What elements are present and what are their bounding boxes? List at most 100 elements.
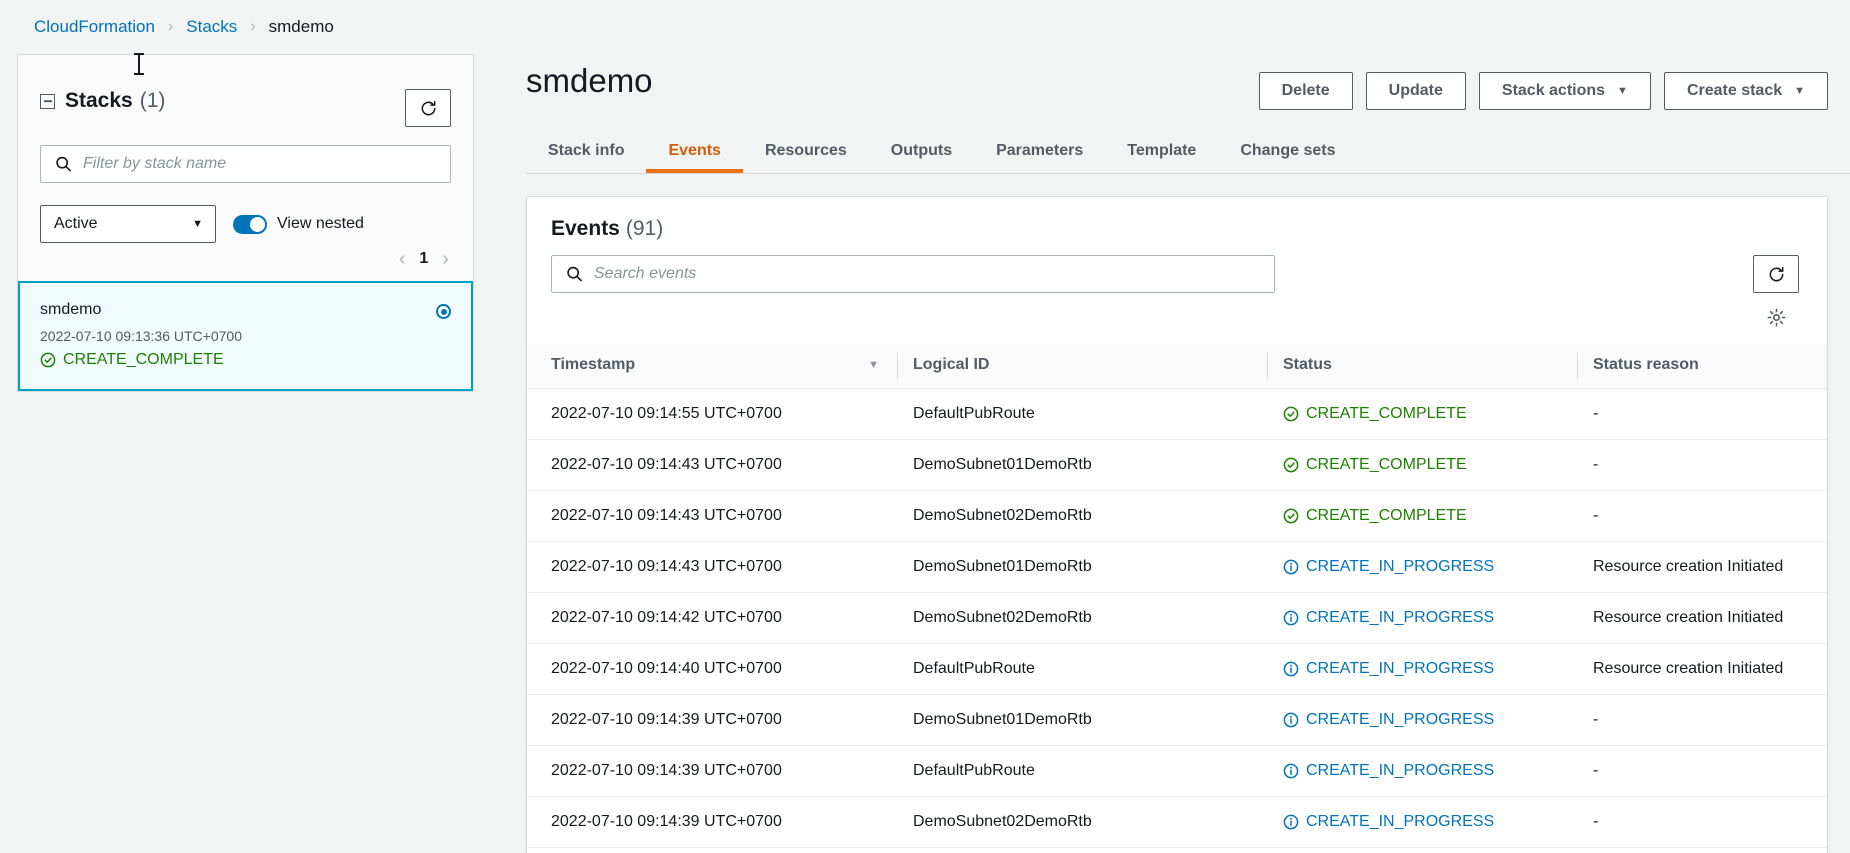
pagination-next-icon[interactable]: › [442, 249, 449, 269]
breadcrumb: CloudFormation › Stacks › smdemo [0, 0, 1850, 54]
pagination-page-1[interactable]: 1 [419, 250, 428, 268]
sidebar-body: Active ▼ View nested ‹ 1 › smdemo 2022-0… [18, 127, 473, 391]
tab-parameters[interactable]: Parameters [974, 132, 1105, 173]
cell-status-reason: - [1577, 439, 1827, 491]
update-button-label: Update [1388, 82, 1443, 99]
tab-outputs[interactable]: Outputs [869, 132, 974, 173]
page-title: smdemo [526, 62, 653, 99]
table-row[interactable]: 2022-07-10 09:14:39 UTC+0700 DemoSubnet02… [527, 796, 1827, 848]
breadcrumb-item-cloudformation[interactable]: CloudFormation [34, 17, 155, 37]
tab-template[interactable]: Template [1105, 132, 1218, 173]
table-row[interactable]: 2022-07-10 09:14:43 UTC+0700 DemoSubnet02… [527, 490, 1827, 542]
table-row[interactable]: 2022-07-10 09:14:42 UTC+0700 DemoSubnet02… [527, 592, 1827, 644]
chevron-down-icon: ▼ [1794, 85, 1805, 97]
refresh-stacks-button[interactable] [405, 89, 451, 127]
cell-status-label: CREATE_IN_PROGRESS [1306, 609, 1495, 626]
breadcrumb-separator-icon: › [167, 18, 174, 35]
gear-icon[interactable] [1766, 307, 1787, 328]
cell-status: CREATE_IN_PROGRESS [1267, 643, 1577, 695]
breadcrumb-item-stacks[interactable]: Stacks [186, 17, 237, 37]
info-circle-icon [1283, 559, 1299, 575]
cell-status-reason: Resource creation Initiated [1577, 541, 1827, 593]
table-row[interactable]: 2022-07-10 09:14:37 UTC+0700DemoRouteTab… [527, 847, 1827, 853]
page-body: Stacks (1) Active [0, 53, 1850, 853]
tab-events[interactable]: Events [646, 132, 742, 173]
events-panel-tools [527, 241, 1827, 344]
cell-timestamp: 2022-07-10 09:14:55 UTC+0700 [527, 388, 897, 440]
cell-status: CREATE_IN_PROGRESS [1267, 541, 1577, 593]
cell-logical-id: DemoSubnet02DemoRtb [897, 592, 1267, 644]
text-cursor-icon [134, 53, 144, 75]
column-header-timestamp-label: Timestamp [551, 356, 636, 373]
view-nested-label: View nested [277, 215, 364, 232]
events-table-header: Timestamp ▼ Logical ID Status Status rea… [527, 344, 1827, 389]
tab-resources[interactable]: Resources [743, 132, 869, 173]
cell-logical-id: DefaultPubRoute [897, 388, 1267, 440]
cell-status-label: CREATE_COMPLETE [1306, 405, 1467, 422]
stack-filter-input[interactable] [83, 155, 450, 173]
tab-change-sets[interactable]: Change sets [1218, 132, 1357, 173]
create-stack-button-label: Create stack [1686, 82, 1783, 99]
table-row[interactable]: 2022-07-10 09:14:40 UTC+0700 DefaultPubRo… [527, 643, 1827, 695]
table-row[interactable]: 2022-07-10 09:14:55 UTC+0700 DefaultPubRo… [527, 388, 1827, 440]
cell-status-label: CREATE_IN_PROGRESS [1306, 660, 1495, 677]
cell-timestamp: 2022-07-10 09:14:43 UTC+0700 [527, 490, 897, 542]
breadcrumb-separator-icon: › [250, 18, 256, 35]
stack-filter-field[interactable] [40, 145, 451, 183]
cell-status-label: CREATE_COMPLETE [1306, 456, 1467, 473]
collapse-icon[interactable] [40, 93, 55, 109]
stacks-sidebar: Stacks (1) Active [17, 53, 474, 392]
view-nested-toggle[interactable]: View nested [233, 214, 364, 234]
main-content: smdemo Delete Update Stack actions ▼ Cre… [500, 54, 1850, 853]
cell-status: CREATE_IN_PROGRESS [1267, 694, 1577, 746]
events-table: Timestamp ▼ Logical ID Status Status rea… [527, 344, 1827, 853]
column-header-status[interactable]: Status [1267, 344, 1577, 389]
pagination-prev-icon[interactable]: ‹ [399, 249, 406, 269]
stack-status-select-value: Active [54, 215, 98, 232]
events-count: (91) [625, 217, 664, 240]
stack-select-radio[interactable] [436, 304, 451, 319]
table-row[interactable]: 2022-07-10 09:14:43 UTC+0700 DemoSubnet01… [527, 541, 1827, 593]
cell-status-reason: - [1577, 796, 1827, 848]
cell-status: CREATE_COMPLETE [1267, 439, 1577, 491]
sidebar-header: Stacks (1) [18, 53, 473, 127]
stack-status-select[interactable]: Active ▼ [40, 205, 216, 243]
cell-status: CREATE_IN_PROGRESS [1267, 796, 1577, 848]
chevron-down-icon: ▼ [192, 218, 203, 230]
cell-status-reason: Resource creation Initiated [1577, 643, 1827, 695]
create-stack-button[interactable]: Create stack ▼ [1663, 72, 1828, 110]
sort-descending-icon: ▼ [868, 359, 879, 371]
cell-logical-id: DemoSubnet02DemoRtb [897, 490, 1267, 542]
events-panel-title-label: Events [551, 217, 620, 240]
sidebar-pagination: ‹ 1 › [40, 249, 451, 269]
events-search-field[interactable] [551, 255, 1275, 293]
cell-logical-id: DemoSubnet01DemoRtb [897, 541, 1267, 593]
table-row[interactable]: 2022-07-10 09:14:43 UTC+0700 DemoSubnet01… [527, 439, 1827, 491]
cell-timestamp: 2022-07-10 09:14:39 UTC+0700 [527, 796, 897, 848]
delete-button-label: Delete [1281, 82, 1330, 99]
delete-button[interactable]: Delete [1258, 72, 1353, 110]
events-table-body: 2022-07-10 09:14:55 UTC+0700 DefaultPubRo… [527, 388, 1827, 853]
table-row[interactable]: 2022-07-10 09:14:39 UTC+0700 DefaultPubRo… [527, 745, 1827, 797]
stack-list-item-smdemo[interactable]: smdemo 2022-07-10 09:13:36 UTC+0700 CREA… [18, 281, 473, 391]
tab-stack-info[interactable]: Stack info [526, 132, 646, 173]
column-header-timestamp[interactable]: Timestamp ▼ [527, 344, 897, 389]
stack-actions-button[interactable]: Stack actions ▼ [1478, 72, 1651, 110]
table-row[interactable]: 2022-07-10 09:14:39 UTC+0700 DemoSubnet01… [527, 694, 1827, 746]
view-nested-toggle-switch[interactable] [233, 214, 267, 234]
refresh-events-button[interactable] [1753, 255, 1799, 293]
chevron-down-icon: ▼ [1617, 85, 1628, 97]
cell-status-reason: - [1577, 388, 1827, 440]
cell-status-label: CREATE_IN_PROGRESS [1306, 813, 1495, 830]
main-header: smdemo Delete Update Stack actions ▼ Cre… [500, 54, 1850, 110]
events-search-input[interactable] [594, 265, 1274, 283]
cell-status-reason: - [1577, 490, 1827, 542]
column-header-status-reason[interactable]: Status reason [1577, 344, 1827, 389]
sidebar-filter-row: Active ▼ View nested [40, 205, 451, 243]
check-circle-icon [1283, 457, 1299, 473]
update-button[interactable]: Update [1365, 72, 1466, 110]
cell-timestamp: 2022-07-10 09:14:43 UTC+0700 [527, 439, 897, 491]
column-header-logical-id[interactable]: Logical ID [897, 344, 1267, 389]
refresh-icon [1769, 266, 1783, 281]
cell-status: CREATE_COMPLETE [1267, 388, 1577, 440]
